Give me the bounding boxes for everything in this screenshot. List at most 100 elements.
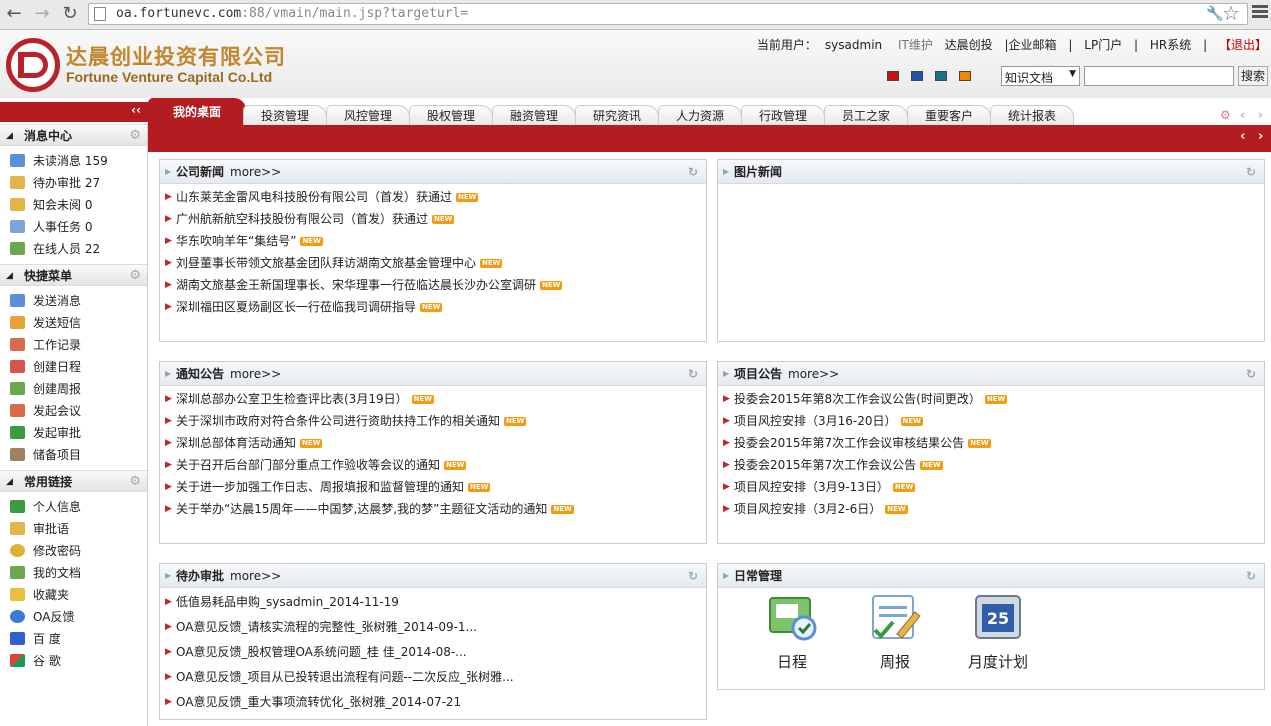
- daily-monthly-plan[interactable]: 25 月度计划: [953, 590, 1043, 672]
- sidebar-item-pending[interactable]: 待办审批 27: [0, 172, 147, 194]
- section-common-links[interactable]: ◢ 常用链接 ⚙: [0, 470, 147, 492]
- list-item[interactable]: ▶ 深圳福田区夏炀副区长一行莅临我司调研指导 NEW: [160, 296, 706, 318]
- address-bar[interactable]: oa.fortunevc.com:88/vmain/main.jsp?targe…: [88, 3, 1248, 25]
- refresh-icon[interactable]: ↻: [688, 564, 698, 588]
- list-item[interactable]: ▶ 刘昼董事长带领文旅基金团队拜访湖南文旅基金管理中心 NEW: [160, 252, 706, 274]
- list-item[interactable]: ▶ 低值易耗品申购_sysadmin_2014-11-19: [160, 590, 706, 615]
- list-item[interactable]: ▶ 深圳总部办公室卫生检查评比表(3月19日） NEW: [160, 388, 706, 410]
- sidebar-item-google[interactable]: 谷 歌: [0, 650, 147, 672]
- sidebar-item-oa-feedback[interactable]: OA反馈: [0, 606, 147, 628]
- list-item[interactable]: ▶ 项目风控安排（3月9-13日） NEW: [718, 476, 1264, 498]
- theme-teal-swatch[interactable]: [935, 71, 947, 81]
- tab-hr[interactable]: 人力资源: [658, 105, 742, 125]
- list-item[interactable]: ▶ 关于召开后台部门部分重点工作验收等会议的通知 NEW: [160, 454, 706, 476]
- browser-menu-icon[interactable]: [1252, 3, 1268, 20]
- gear-icon[interactable]: ⚙: [129, 265, 141, 287]
- list-item[interactable]: ▶ 关于进一步加强工作日志、周报填报和监督管理的通知 NEW: [160, 476, 706, 498]
- refresh-icon[interactable]: ↻: [688, 160, 698, 184]
- tab-key-clients[interactable]: 重要客户: [907, 105, 991, 125]
- sidebar-item-send-sms[interactable]: 发送短信: [0, 312, 147, 334]
- daily-weekly-report[interactable]: 周报: [850, 590, 940, 672]
- list-item[interactable]: ▶ 项目风控安排（3月2-6日） NEW: [718, 498, 1264, 520]
- tab-employee-home[interactable]: 员工之家: [824, 105, 908, 125]
- list-item[interactable]: ▶ OA意见反馈_项目从已投转退出流程有问题--二次反应_张树雅...: [160, 665, 706, 690]
- tab-settings-icon[interactable]: ⚙: [1220, 108, 1231, 122]
- tab-investment[interactable]: 投资管理: [243, 105, 327, 125]
- sidebar-item-start-approval[interactable]: 发起审批: [0, 422, 147, 444]
- sidebar-item-change-password[interactable]: 修改密码: [0, 540, 147, 562]
- theme-blue-swatch[interactable]: [911, 71, 923, 81]
- section-quick-menu[interactable]: ◢ 快捷菜单 ⚙: [0, 264, 147, 286]
- daily-schedule[interactable]: 日程: [747, 590, 837, 672]
- bookmark-star-icon[interactable]: ☆: [1222, 1, 1240, 25]
- sidebar-item-personal-info[interactable]: 个人信息: [0, 496, 147, 518]
- logout-link[interactable]: 【退出】: [1219, 38, 1267, 52]
- theme-red-swatch[interactable]: [887, 71, 899, 81]
- list-item[interactable]: ▶ 投委会2015年第8次工作会议公告(时间更改） NEW: [718, 388, 1264, 410]
- sidebar-item-create-weekly[interactable]: 创建周报: [0, 378, 147, 400]
- sidebar-item-approval-phrase[interactable]: 审批语: [0, 518, 147, 540]
- list-item[interactable]: ▶ 项目风控安排（3月16-20日） NEW: [718, 410, 1264, 432]
- search-input[interactable]: [1084, 66, 1234, 86]
- sidebar-item-reserve-project[interactable]: 储备项目: [0, 444, 147, 466]
- tab-scroll-right-icon[interactable]: ›: [1258, 108, 1263, 122]
- list-item[interactable]: ▶ 深圳总部体育活动通知 NEW: [160, 432, 706, 454]
- sidebar-item-my-documents[interactable]: 我的文档: [0, 562, 147, 584]
- section-message-center[interactable]: ◢ 消息中心 ⚙: [0, 124, 147, 146]
- sidebar-item-work-record[interactable]: 工作记录: [0, 334, 147, 356]
- list-item[interactable]: ▶ 湖南文旅基金王新国理事长、宋华理事一行莅临达晨长沙办公室调研 NEW: [160, 274, 706, 296]
- sidebar-item-unread[interactable]: 未读消息 159: [0, 150, 147, 172]
- tab-research[interactable]: 研究资讯: [575, 105, 659, 125]
- list-item[interactable]: ▶ 投委会2015年第7次工作会议审核结果公告 NEW: [718, 432, 1264, 454]
- list-item[interactable]: ▶ 华东吹响羊年“集结号” NEW: [160, 230, 706, 252]
- sidebar-item-favorites[interactable]: 收藏夹: [0, 584, 147, 606]
- tab-risk-control[interactable]: 风控管理: [326, 105, 410, 125]
- more-link[interactable]: more>>: [788, 367, 839, 381]
- tab-equity[interactable]: 股权管理: [409, 105, 493, 125]
- list-item[interactable]: ▶ OA意见反馈_股权管理OA系统问题_桂 佳_2014-08-...: [160, 640, 706, 665]
- collapse-sidebar-icon[interactable]: ‹‹: [131, 103, 141, 117]
- more-link[interactable]: more>>: [230, 165, 281, 179]
- tab-statistics[interactable]: 统计报表: [990, 105, 1074, 125]
- nav-left-icon[interactable]: ‹: [1240, 129, 1245, 144]
- list-item[interactable]: ▶ 关于举办“达晨15周年——中国梦,达晨梦,我的梦”主题征文活动的通知 NEW: [160, 498, 706, 520]
- search-button[interactable]: 搜索: [1238, 66, 1268, 86]
- refresh-icon[interactable]: ↻: [1246, 362, 1256, 386]
- more-link[interactable]: more>>: [230, 569, 281, 583]
- list-item[interactable]: ▶ 广州航新航空科技股份有限公司（首发）获通过 NEW: [160, 208, 706, 230]
- tab-financing[interactable]: 融资管理: [492, 105, 576, 125]
- list-item[interactable]: ▶ 投委会2015年第7次工作会议公告 NEW: [718, 454, 1264, 476]
- refresh-icon[interactable]: ↻: [1246, 564, 1256, 588]
- gear-icon[interactable]: ⚙: [129, 471, 141, 493]
- link-it-maintenance[interactable]: IT维护: [898, 38, 933, 52]
- sidebar-item-create-schedule[interactable]: 创建日程: [0, 356, 147, 378]
- tab-scroll-left-icon[interactable]: ‹: [1240, 108, 1245, 122]
- sidebar-item-baidu[interactable]: 百 度: [0, 628, 147, 650]
- list-item[interactable]: ▶ 关于深圳市政府对符合条件公司进行资助扶持工作的相关通知 NEW: [160, 410, 706, 432]
- search-type-select[interactable]: 知识文档 ▼: [1001, 66, 1080, 86]
- link-mail[interactable]: |企业邮箱: [1005, 38, 1057, 52]
- list-item[interactable]: ▶ OA意见反馈_重大事项流转优化_张树雅_2014-07-21: [160, 690, 706, 715]
- sidebar-item-notice[interactable]: 知会未阅 0: [0, 194, 147, 216]
- more-link[interactable]: more>>: [230, 367, 281, 381]
- sidebar-item-start-meeting[interactable]: 发起会议: [0, 400, 147, 422]
- sidebar-item-send-message[interactable]: 发送消息: [0, 290, 147, 312]
- gear-icon[interactable]: ⚙: [129, 125, 141, 147]
- nav-right-icon[interactable]: ›: [1258, 129, 1263, 144]
- wrench-icon[interactable]: 🔧: [1206, 6, 1223, 22]
- link-fortune-vc[interactable]: 达晨创投: [945, 38, 993, 52]
- sidebar-item-online[interactable]: 在线人员 22: [0, 238, 147, 260]
- link-lp-portal[interactable]: LP门户: [1084, 38, 1122, 52]
- forward-icon[interactable]: →: [30, 3, 54, 25]
- reload-icon[interactable]: ↻: [58, 3, 82, 25]
- theme-orange-swatch[interactable]: [959, 71, 971, 81]
- list-item[interactable]: ▶ 山东莱芜金雷风电科技股份有限公司（首发）获通过 NEW: [160, 186, 706, 208]
- list-item[interactable]: ▶ OA意见反馈_请核实流程的完整性_张树雅_2014-09-1...: [160, 615, 706, 640]
- sidebar-item-hr-task[interactable]: 人事任务 0: [0, 216, 147, 238]
- tab-admin[interactable]: 行政管理: [741, 105, 825, 125]
- link-hr-system[interactable]: HR系统: [1150, 38, 1191, 52]
- refresh-icon[interactable]: ↻: [1246, 160, 1256, 184]
- back-icon[interactable]: ←: [2, 3, 26, 25]
- refresh-icon[interactable]: ↻: [688, 362, 698, 386]
- tab-my-desktop[interactable]: 我的桌面: [148, 98, 246, 125]
